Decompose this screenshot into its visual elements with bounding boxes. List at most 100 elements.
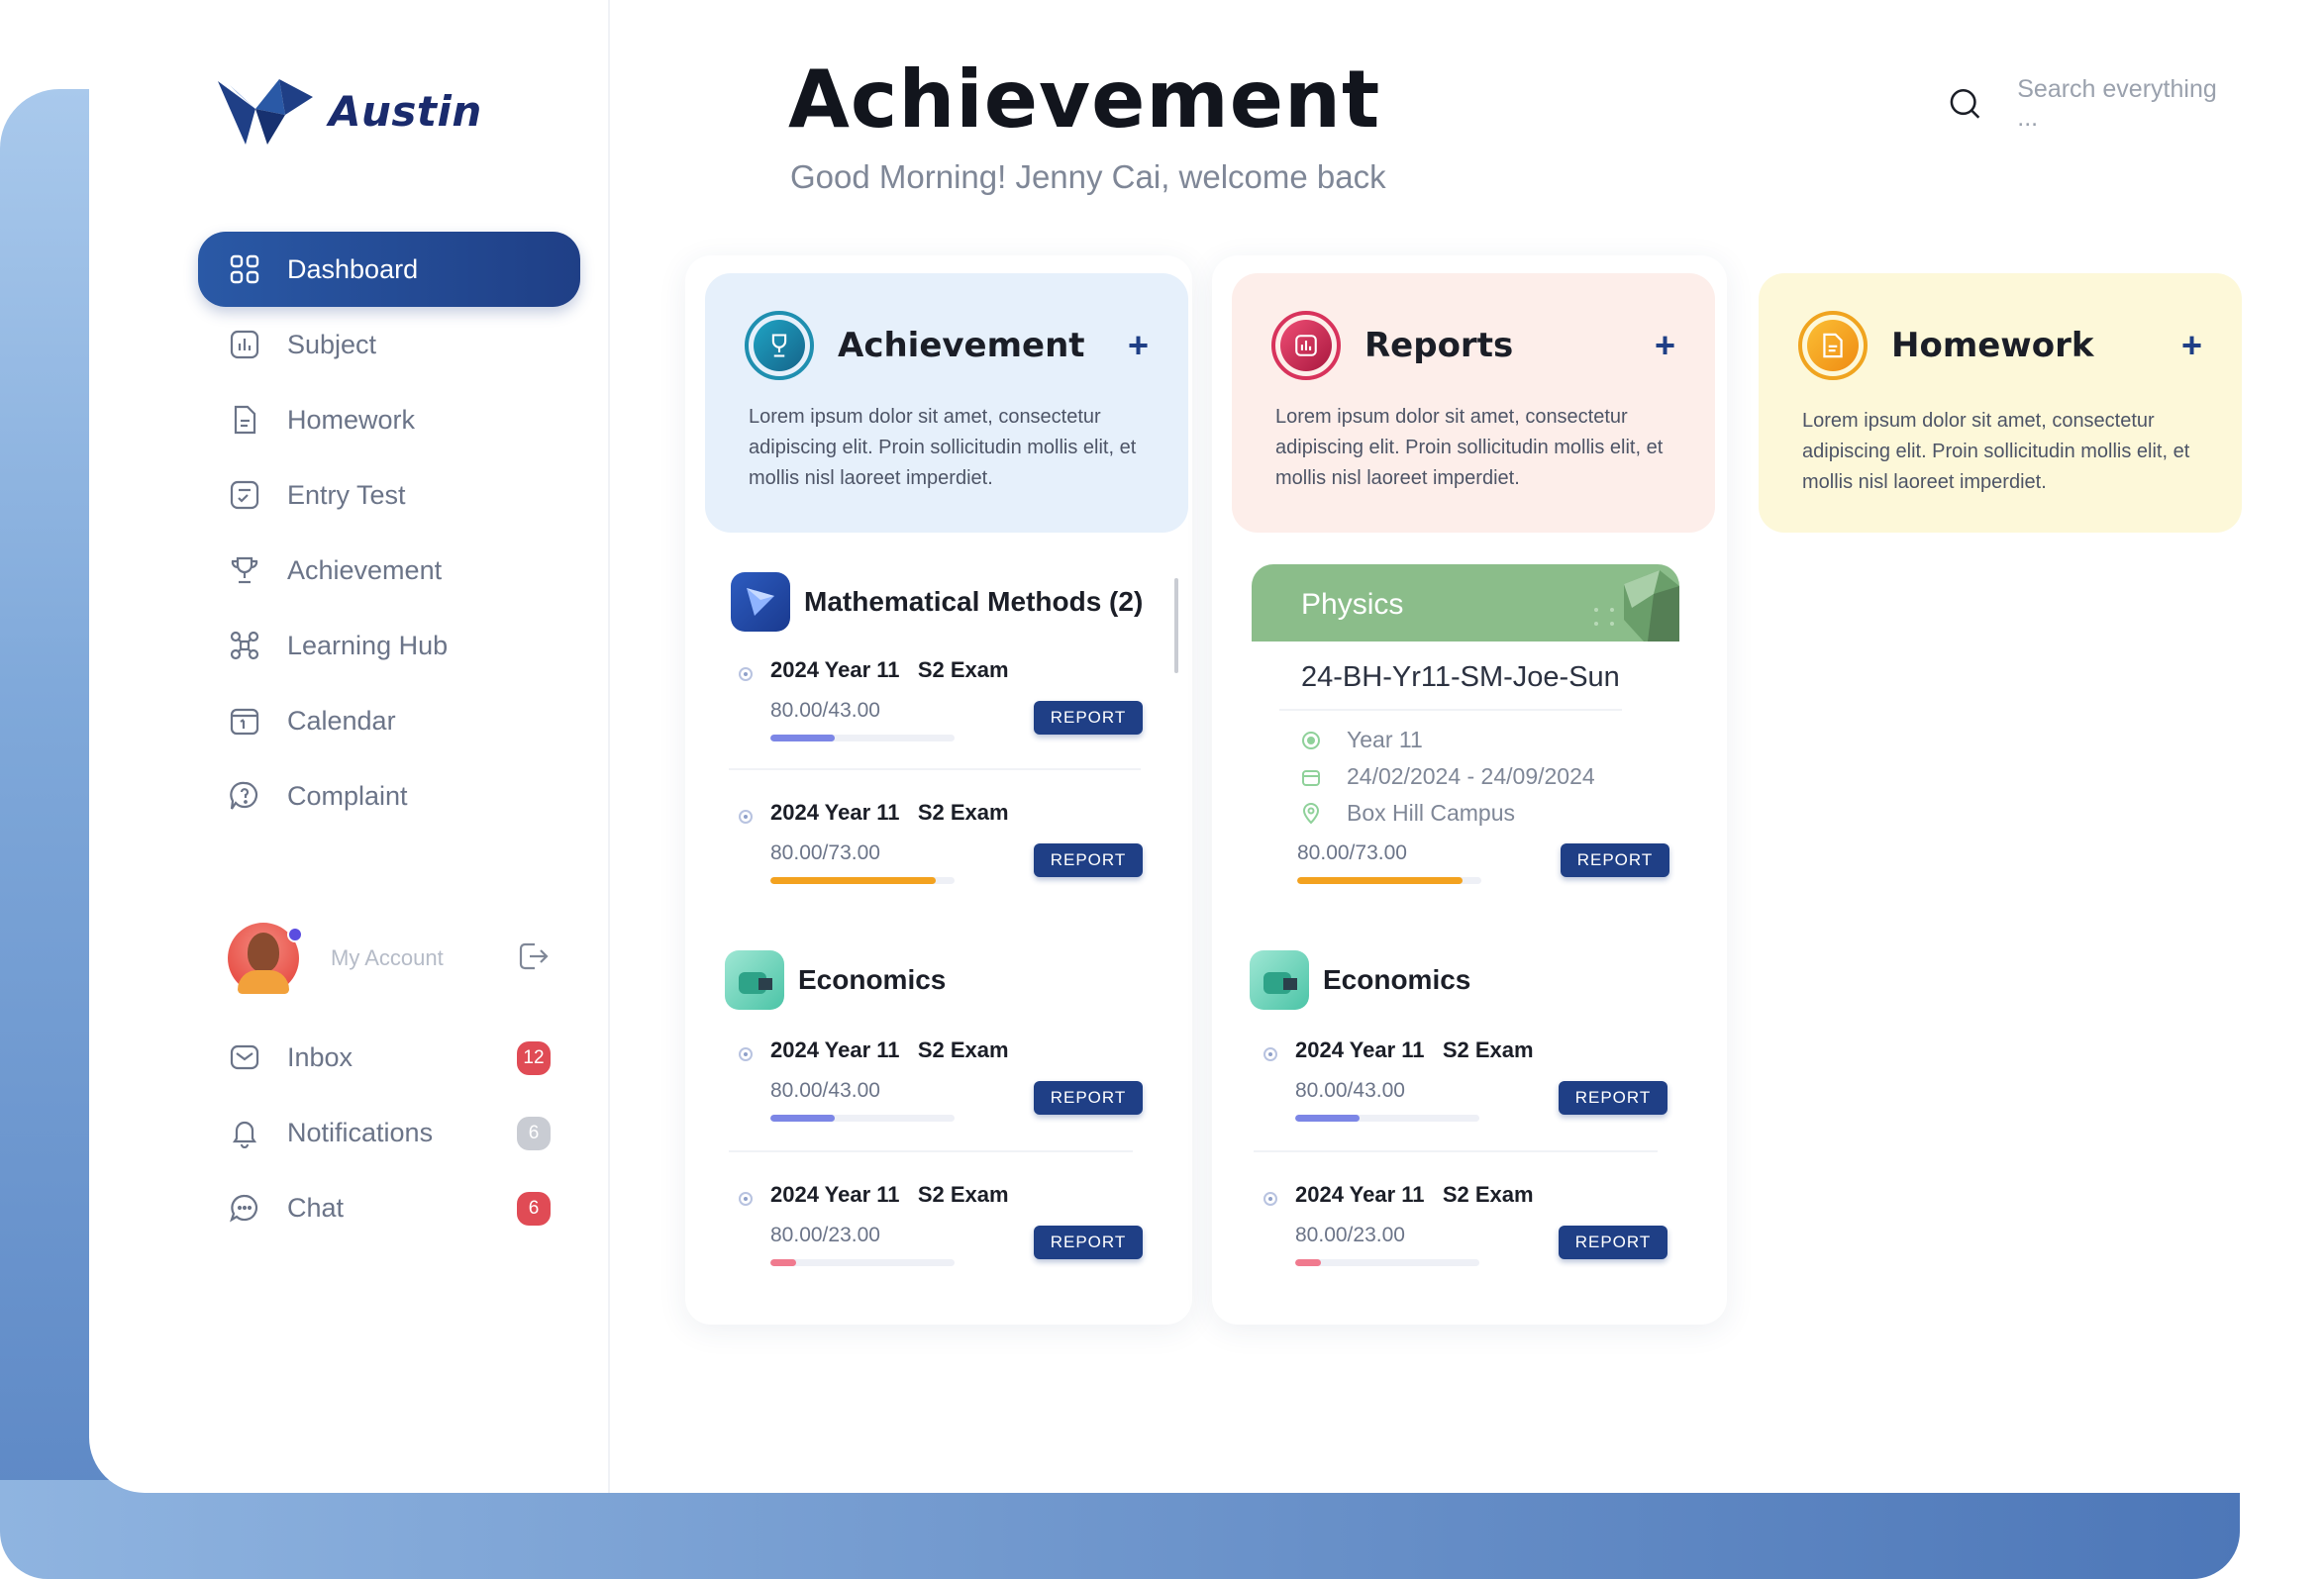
sidebar-item-chat[interactable]: Chat 6 (198, 1170, 580, 1245)
sidebar-item-label: Subject (287, 329, 377, 359)
sidebar-item-label: Entry Test (287, 479, 406, 510)
calendar-icon (1299, 767, 1323, 787)
my-account[interactable]: My Account (228, 923, 564, 994)
exam-progress-bar (770, 1259, 955, 1266)
sidebar-item-learning-hub[interactable]: Learning Hub (198, 608, 580, 683)
exam-bullet-icon (739, 810, 753, 824)
sidebar-item-label: Complaint (287, 780, 408, 811)
sidebar-item-calendar[interactable]: Calendar (198, 683, 580, 758)
card-title: Achievement (838, 326, 1085, 365)
exam-name: 2024 Year 11 S2 Exam (1295, 1182, 1534, 1207)
physics-class-header[interactable]: Physics (1252, 564, 1679, 641)
dashboard-grid-icon (228, 252, 261, 286)
add-report-button[interactable]: + (1655, 325, 1675, 366)
mail-icon (228, 1040, 261, 1074)
report-button[interactable]: REPORT (1034, 843, 1143, 877)
exam-score: 80.00/73.00 (770, 841, 880, 864)
exam-bullet-icon (739, 1192, 753, 1206)
exam-score: 80.00/43.00 (770, 1079, 880, 1102)
class-year: Year 11 (1299, 727, 1423, 753)
network-icon (228, 629, 261, 662)
trophy-icon (228, 553, 261, 587)
exam-progress-fill (1295, 1259, 1322, 1266)
exam-score: 80.00/23.00 (1295, 1224, 1405, 1246)
exam-progress-fill (770, 877, 937, 884)
card-title: Homework (1891, 326, 2094, 365)
subject-header-math[interactable]: Mathematical Methods (2) (731, 572, 1143, 632)
card-title: Reports (1364, 326, 1514, 365)
exam-name: 2024 Year 11 S2 Exam (770, 800, 1009, 825)
homework-document-icon (1798, 311, 1868, 380)
exam-row: 2024 Year 11 S2 Exam 80.00/43.00 REPORT (731, 657, 1166, 776)
report-button[interactable]: REPORT (1034, 1081, 1143, 1115)
background-gradient-bottom (0, 1480, 2240, 1579)
sidebar-item-achievement[interactable]: Achievement (198, 533, 580, 608)
exam-progress-bar (1297, 877, 1481, 884)
search-input[interactable]: Search everything ... (2017, 75, 2240, 133)
add-homework-button[interactable]: + (2181, 325, 2202, 366)
sidebar-item-label: Chat (287, 1192, 345, 1223)
reports-card[interactable]: Reports + Lorem ipsum dolor sit amet, co… (1232, 273, 1715, 533)
bar-chart-icon (228, 328, 261, 361)
column-scrollbar[interactable] (1174, 578, 1178, 673)
brand-logo[interactable]: Austin (216, 75, 482, 147)
report-button[interactable]: REPORT (1559, 1226, 1667, 1259)
sidebar-item-complaint[interactable]: Complaint (198, 758, 580, 834)
class-code: 24-BH-Yr11-SM-Joe-Sun (1301, 661, 1620, 693)
exam-progress-bar (770, 735, 955, 741)
report-button[interactable]: REPORT (1034, 1226, 1143, 1259)
report-button[interactable]: REPORT (1034, 701, 1143, 735)
sidebar-item-notifications[interactable]: Notifications 6 (198, 1095, 580, 1170)
exam-progress-bar (770, 877, 955, 884)
exam-bullet-icon (1263, 1192, 1277, 1206)
homework-card[interactable]: Homework + Lorem ipsum dolor sit amet, c… (1759, 273, 2242, 533)
subject-name: Mathematical Methods (2) (804, 586, 1144, 617)
notifications-count-badge: 6 (517, 1117, 551, 1150)
chat-count-badge: 6 (517, 1192, 551, 1226)
exam-progress-fill (770, 1115, 836, 1122)
sidebar-item-homework[interactable]: Homework (198, 382, 580, 457)
search-icon[interactable] (1947, 85, 1983, 123)
exam-progress-fill (1295, 1115, 1361, 1122)
brand-name: Austin (329, 86, 482, 136)
inbox-count-badge: 12 (517, 1041, 551, 1075)
report-button[interactable]: REPORT (1559, 1081, 1667, 1115)
sidebar-item-entry-test[interactable]: Entry Test (198, 457, 580, 533)
add-achievement-button[interactable]: + (1128, 325, 1149, 366)
exam-name: 2024 Year 11 S2 Exam (770, 1182, 1009, 1207)
achievement-card[interactable]: Achievement + Lorem ipsum dolor sit amet… (705, 273, 1188, 533)
exam-score: 80.00/43.00 (1295, 1079, 1405, 1102)
sidebar-secondary-nav: Inbox 12 Notifications 6 Chat 6 (198, 1020, 580, 1245)
row-divider (1279, 709, 1622, 711)
report-button[interactable]: REPORT (1561, 843, 1669, 877)
exam-name: 2024 Year 11 S2 Exam (770, 657, 1009, 682)
avatar[interactable] (228, 923, 303, 994)
physics-score-row: 80.00/73.00 REPORT (1258, 800, 1693, 919)
logout-icon[interactable] (515, 938, 551, 979)
subject-header-economics[interactable]: Economics (1250, 950, 1470, 1010)
class-year-text: Year 11 (1347, 727, 1423, 752)
avatar-body (238, 970, 289, 994)
target-icon (1299, 731, 1323, 750)
greeting-text: Good Morning! Jenny Cai, welcome back (790, 158, 1386, 195)
sidebar-nav: Dashboard Subject Homework Entry Test Ac… (198, 232, 580, 834)
sidebar-item-subject[interactable]: Subject (198, 307, 580, 382)
exam-score: 80.00/73.00 (1297, 841, 1407, 864)
report-chart-icon (1271, 311, 1341, 380)
exam-progress-fill (770, 1259, 797, 1266)
page-title: Achievement (788, 53, 1381, 146)
exam-bullet-icon (739, 1047, 753, 1061)
subject-header-economics[interactable]: Economics (725, 950, 946, 1010)
search-bar[interactable]: Search everything ... (1947, 75, 2240, 133)
subject-name: Economics (1323, 964, 1471, 995)
calendar-icon (228, 704, 261, 738)
exam-progress-bar (770, 1115, 955, 1122)
math-subject-icon (731, 572, 790, 632)
chat-icon (228, 1191, 261, 1225)
class-dates: 24/02/2024 - 24/09/2024 (1299, 763, 1595, 790)
row-divider (729, 1150, 1133, 1152)
bell-icon (228, 1116, 261, 1149)
exam-name: 2024 Year 11 S2 Exam (1295, 1037, 1534, 1062)
sidebar-item-dashboard[interactable]: Dashboard (198, 232, 580, 307)
sidebar-item-inbox[interactable]: Inbox 12 (198, 1020, 580, 1095)
